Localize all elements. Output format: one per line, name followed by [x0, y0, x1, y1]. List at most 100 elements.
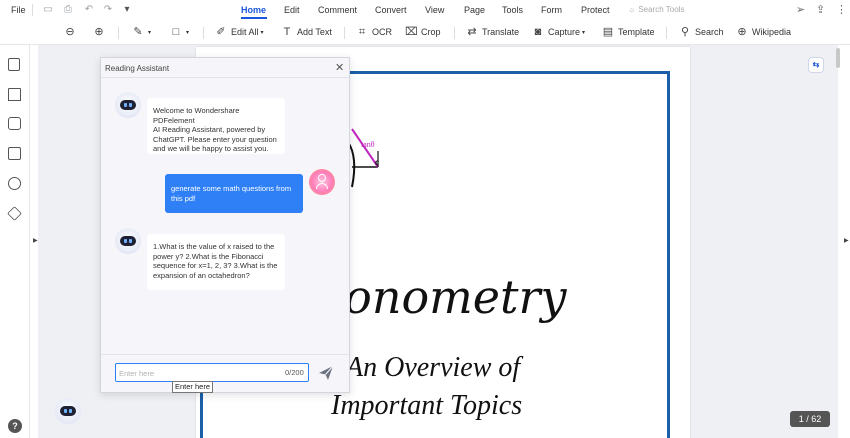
chevron-down-icon: ▾: [148, 29, 152, 36]
capture-button[interactable]: ◙ Capture ▾: [532, 24, 585, 40]
attachment-icon[interactable]: [8, 147, 21, 160]
menu-file[interactable]: File: [11, 5, 26, 15]
camera-icon: ◙: [534, 26, 542, 38]
menu-convert[interactable]: Convert: [375, 5, 407, 15]
input-tooltip: Enter here: [172, 381, 213, 393]
search-tools-label: Search Tools: [638, 5, 685, 14]
tan-label: tanθ: [361, 140, 375, 149]
assistant-input-area: 0/200: [101, 354, 349, 393]
crop-icon: ⌧: [405, 26, 418, 38]
question-input-box[interactable]: 0/200: [115, 363, 309, 382]
zoom-in-button[interactable]: ⊕: [93, 24, 109, 40]
new-document-icon[interactable]: ▭: [42, 4, 54, 16]
assistant-launcher-button[interactable]: [55, 398, 81, 424]
bot-face-icon: [120, 236, 136, 246]
globe-icon: ⊕: [737, 26, 747, 38]
edit-all-button[interactable]: ✐ Edit All ▾: [215, 24, 264, 40]
ocr-button[interactable]: ⌗ OCR: [356, 24, 392, 40]
lightbulb-icon: ☼: [628, 5, 636, 14]
user-avatar: [309, 169, 335, 195]
translate-float-icon[interactable]: ⇆: [808, 57, 824, 73]
user-head-icon: [318, 174, 326, 182]
text-box-icon: T: [283, 26, 291, 38]
send-icon[interactable]: ➢: [796, 3, 805, 16]
comment-icon[interactable]: [8, 117, 21, 130]
menu-form[interactable]: Form: [541, 5, 562, 15]
translate-button[interactable]: ⇄ Translate: [466, 24, 519, 40]
translate-icon: ⇄: [467, 26, 477, 38]
add-text-button[interactable]: T Add Text: [281, 24, 332, 40]
highlight-button[interactable]: ✎ ▾: [132, 24, 151, 40]
print-icon[interactable]: ⎙: [62, 4, 74, 16]
undo-icon[interactable]: ↶: [83, 4, 95, 16]
point-c-label: c: [375, 157, 379, 167]
divider: [203, 27, 204, 39]
search-tools-field[interactable]: ☼ Search Tools: [628, 5, 684, 14]
wikipedia-button[interactable]: ⊕ Wikipedia: [736, 24, 791, 40]
edit-all-label: Edit All: [231, 27, 259, 37]
menu-view[interactable]: View: [425, 5, 444, 15]
bot-face-icon: [120, 100, 136, 110]
menu-tools[interactable]: Tools: [502, 5, 523, 15]
template-label: Template: [618, 27, 655, 37]
message-line: Welcome to Wondershare PDFelement: [153, 106, 240, 125]
redo-icon[interactable]: ↷: [102, 4, 114, 16]
shape-button[interactable]: □ ▾: [170, 24, 189, 40]
menu-page[interactable]: Page: [464, 5, 485, 15]
crop-button[interactable]: ⌧ Crop: [405, 24, 441, 40]
template-button[interactable]: ▤ Template: [602, 24, 655, 40]
highlighter-icon: ✎: [133, 26, 143, 38]
divider: [344, 27, 345, 39]
menu-protect[interactable]: Protect: [581, 5, 610, 15]
pages-panel-icon[interactable]: [8, 58, 20, 71]
wikipedia-label: Wikipedia: [752, 27, 792, 37]
upload-icon[interactable]: ⇪: [816, 3, 825, 16]
message-line: sequence for x=1, 2, 3? 3.What is the: [153, 261, 278, 270]
character-counter: 0/200: [285, 368, 304, 377]
close-icon[interactable]: ✕: [335, 61, 344, 74]
divider: [118, 27, 119, 39]
bot-face-icon: [60, 406, 76, 416]
message-line: power y? 2.What is the Fibonacci: [153, 251, 264, 261]
assistant-title: Reading Assistant: [105, 64, 170, 73]
expand-left-panel-icon[interactable]: ▶: [33, 237, 38, 244]
user-body-icon: [316, 183, 328, 189]
chevron-down-icon: ▾: [260, 29, 264, 36]
divider: [454, 27, 455, 39]
active-tab-indicator: [241, 17, 267, 19]
expand-right-panel-icon[interactable]: ▶: [844, 237, 849, 244]
translate-label: Translate: [482, 27, 520, 37]
assistant-header: Reading Assistant ✕: [101, 58, 349, 78]
ocr-label: OCR: [372, 27, 392, 37]
question-input[interactable]: [119, 367, 269, 379]
ribbon-toolbar: ⊖ ⊕ ✎ ▾ □ ▾ ✐ Edit All ▾ T Add Text ⌗ OCR ⌧ Cro…: [0, 20, 850, 45]
bot-avatar: [115, 228, 141, 254]
zoom-out-icon: ⊖: [65, 26, 75, 38]
send-icon[interactable]: [318, 365, 334, 381]
document-subtitle-line1: An Overview of: [346, 352, 521, 383]
search-button[interactable]: ⚲ Search: [679, 24, 724, 40]
layers-icon[interactable]: [7, 206, 22, 221]
chevron-down-icon: ▾: [186, 29, 190, 36]
bot-avatar: [115, 92, 141, 118]
template-icon: ▤: [602, 26, 614, 38]
zoom-out-button[interactable]: ⊖: [64, 24, 80, 40]
customize-toolbar-icon[interactable]: ▾: [121, 4, 133, 16]
chevron-down-icon: ▾: [582, 29, 586, 36]
document-subtitle-line2: Important Topics: [331, 390, 523, 421]
page-indicator[interactable]: 1 / 62: [790, 411, 830, 427]
divider: [32, 4, 33, 16]
ocr-icon: ⌗: [358, 26, 366, 38]
zoom-in-icon: ⊕: [94, 26, 104, 38]
menu-edit[interactable]: Edit: [284, 5, 300, 15]
search-panel-icon[interactable]: [8, 177, 21, 190]
bookmark-icon[interactable]: [8, 88, 21, 101]
message-line: expansion of an octahedron?: [153, 270, 250, 280]
more-icon[interactable]: ⋮: [836, 3, 847, 16]
vertical-scrollbar[interactable]: [836, 48, 840, 68]
menu-comment[interactable]: Comment: [318, 5, 357, 15]
help-icon[interactable]: ?: [8, 419, 22, 433]
menu-home[interactable]: Home: [241, 5, 266, 15]
add-text-label: Add Text: [297, 27, 332, 37]
reading-assistant-panel: Reading Assistant ✕ Welcome to Wondersha…: [100, 57, 350, 393]
